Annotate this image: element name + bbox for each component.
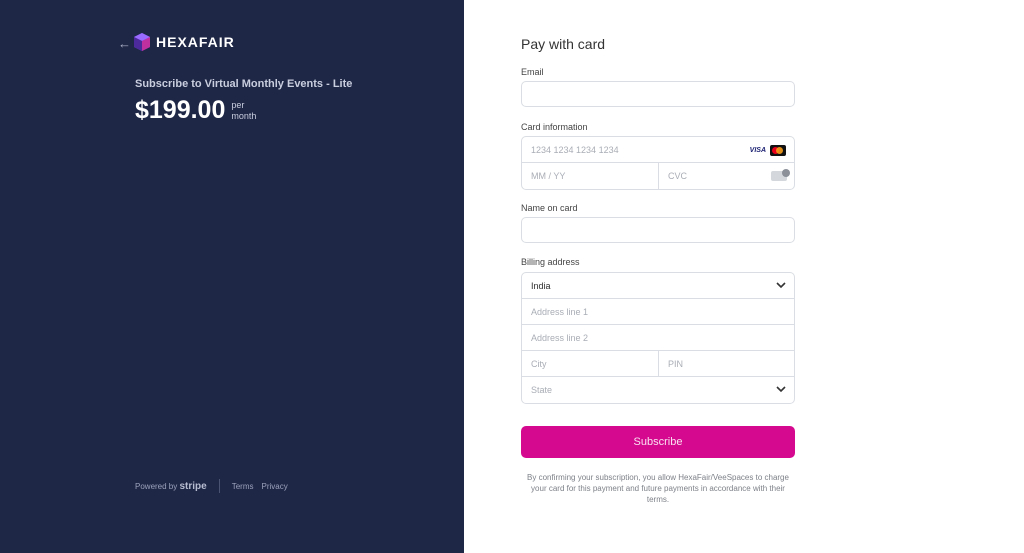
address-line1-placeholder: Address line 1 <box>531 306 589 317</box>
powered-by[interactable]: Powered by stripe <box>135 481 207 492</box>
city-field[interactable]: City <box>522 351 659 377</box>
form-title: Pay with card <box>521 36 606 52</box>
card-exp-cvc-row: MM / YY CVC <box>522 163 794 189</box>
pin-placeholder: PIN <box>668 359 684 369</box>
address-line1-field[interactable]: Address line 1 <box>522 299 794 325</box>
back-arrow-icon[interactable]: ← <box>118 36 131 51</box>
hexafair-cube-icon <box>134 33 150 51</box>
card-number-field[interactable]: 1234 1234 1234 1234 VISA <box>522 137 794 163</box>
price-amount: $199.00 <box>135 96 226 124</box>
card-info-label: Card information <box>521 122 588 132</box>
price-row: $199.00 per month <box>135 96 256 125</box>
country-value: India <box>531 280 551 291</box>
address-line2-placeholder: Address line 2 <box>531 332 589 343</box>
footer: Powered by stripe Terms Privacy <box>135 479 296 493</box>
pin-field[interactable]: PIN <box>659 351 796 377</box>
state-select[interactable]: State <box>522 377 794 403</box>
billing-address-label: Billing address <box>521 257 580 267</box>
country-select[interactable]: India <box>522 273 794 299</box>
subscription-terms-text: By confirming your subscription, you all… <box>527 473 789 504</box>
product-summary-panel: ← HEXAFAIR Subscribe to Virtual Monthly … <box>0 0 464 553</box>
expiry-field[interactable]: MM / YY <box>522 163 659 189</box>
price-period: per month <box>231 100 256 122</box>
email-field[interactable] <box>521 81 795 107</box>
card-number-placeholder: 1234 1234 1234 1234 <box>531 144 619 155</box>
powered-by-text: Powered by <box>135 481 178 491</box>
chevron-down-icon <box>776 386 786 393</box>
city-pin-row: City PIN <box>522 351 794 377</box>
cvc-field[interactable]: CVC <box>659 163 796 189</box>
name-on-card-field[interactable] <box>521 217 795 243</box>
city-placeholder: City <box>531 359 547 369</box>
email-label: Email <box>521 67 544 77</box>
name-on-card-label: Name on card <box>521 203 578 213</box>
billing-address-group: India Address line 1 Address line 2 City… <box>521 272 795 404</box>
brand-logo: HEXAFAIR <box>133 32 235 52</box>
state-placeholder: State <box>531 385 553 395</box>
cvc-card-icon <box>771 169 790 181</box>
cvc-placeholder: CVC <box>668 171 688 181</box>
price-period-line1: per <box>231 100 245 110</box>
mastercard-icon <box>770 145 786 156</box>
address-line2-field[interactable]: Address line 2 <box>522 325 794 351</box>
footer-divider <box>218 479 220 493</box>
subscribe-button[interactable]: Subscribe <box>521 426 795 458</box>
expiry-placeholder: MM / YY <box>531 171 566 181</box>
card-info-group: 1234 1234 1234 1234 VISA MM / YY CVC <box>521 136 795 190</box>
card-brands: VISA <box>749 145 786 156</box>
terms-link[interactable]: Terms <box>232 482 254 491</box>
privacy-link[interactable]: Privacy <box>262 482 288 491</box>
price-period-line2: month <box>231 111 257 121</box>
stripe-logo: stripe <box>179 480 207 492</box>
payment-form-panel: Pay with card Email Card information 123… <box>464 0 1024 553</box>
product-description: Subscribe to Virtual Monthly Events - Li… <box>135 78 353 90</box>
brand-name: HEXAFAIR <box>156 34 235 50</box>
chevron-down-icon <box>776 282 786 289</box>
visa-icon: VISA <box>749 147 766 154</box>
